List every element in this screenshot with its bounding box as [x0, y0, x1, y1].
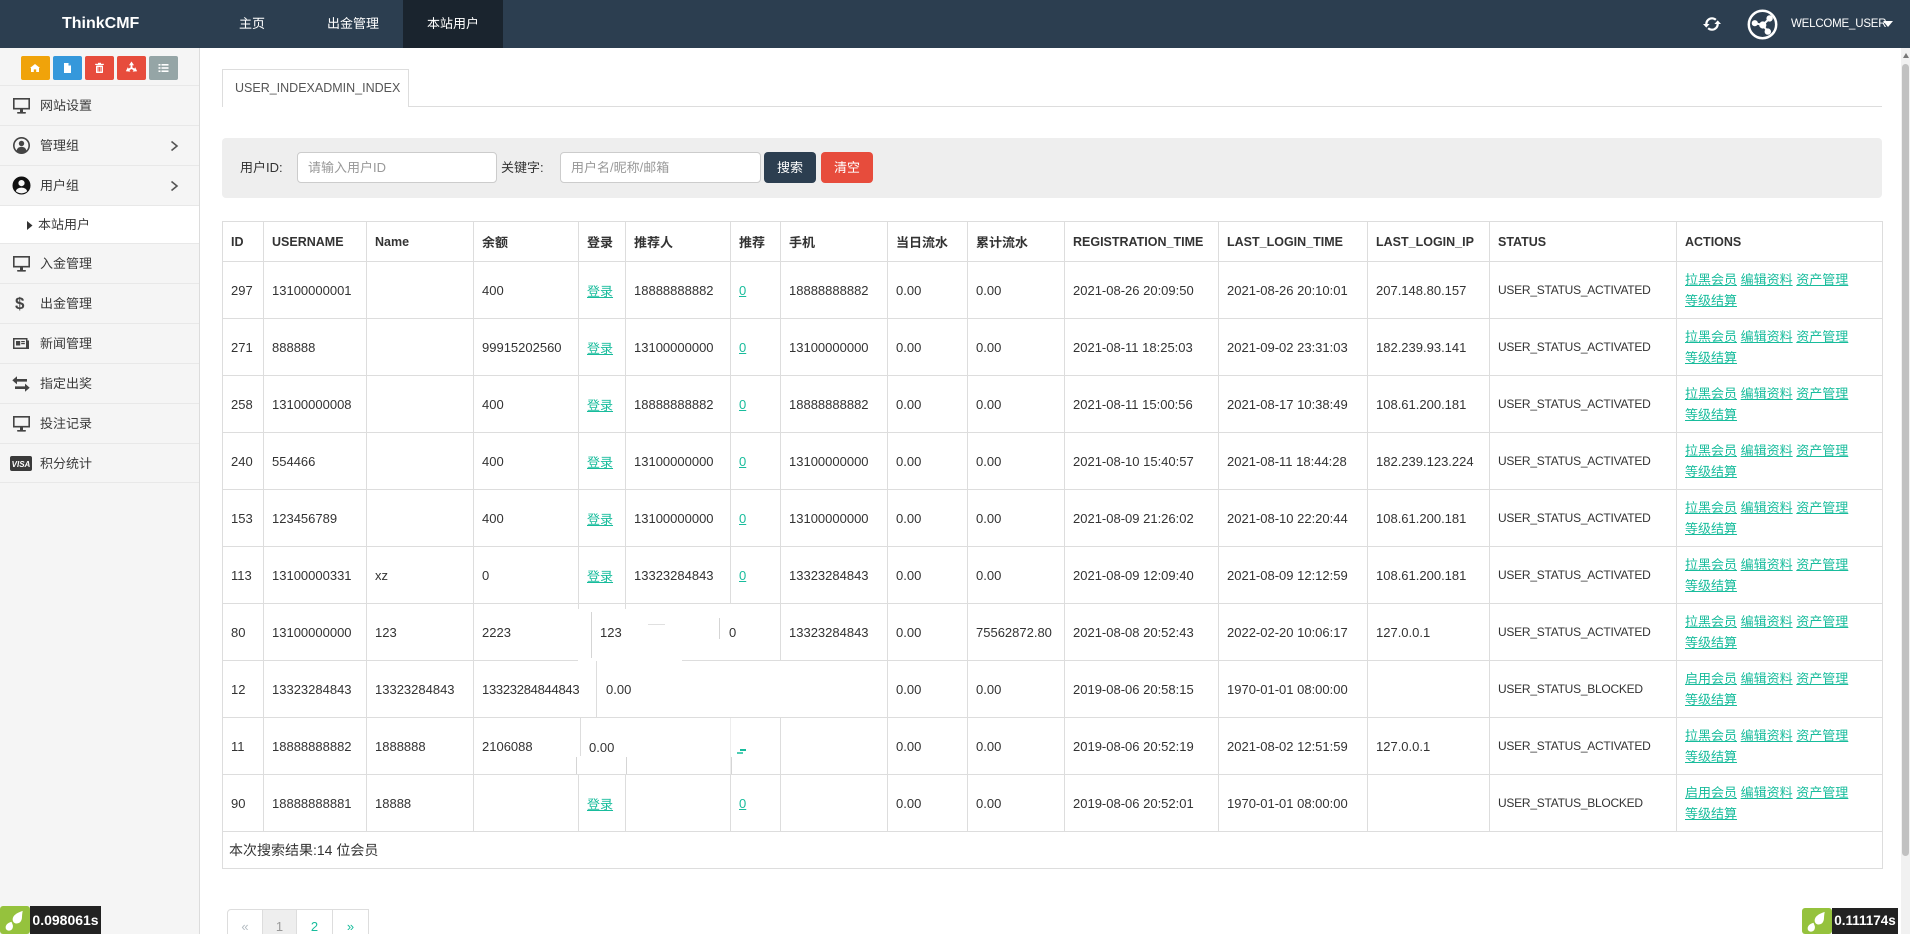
svg-text:VISA: VISA [12, 460, 31, 469]
